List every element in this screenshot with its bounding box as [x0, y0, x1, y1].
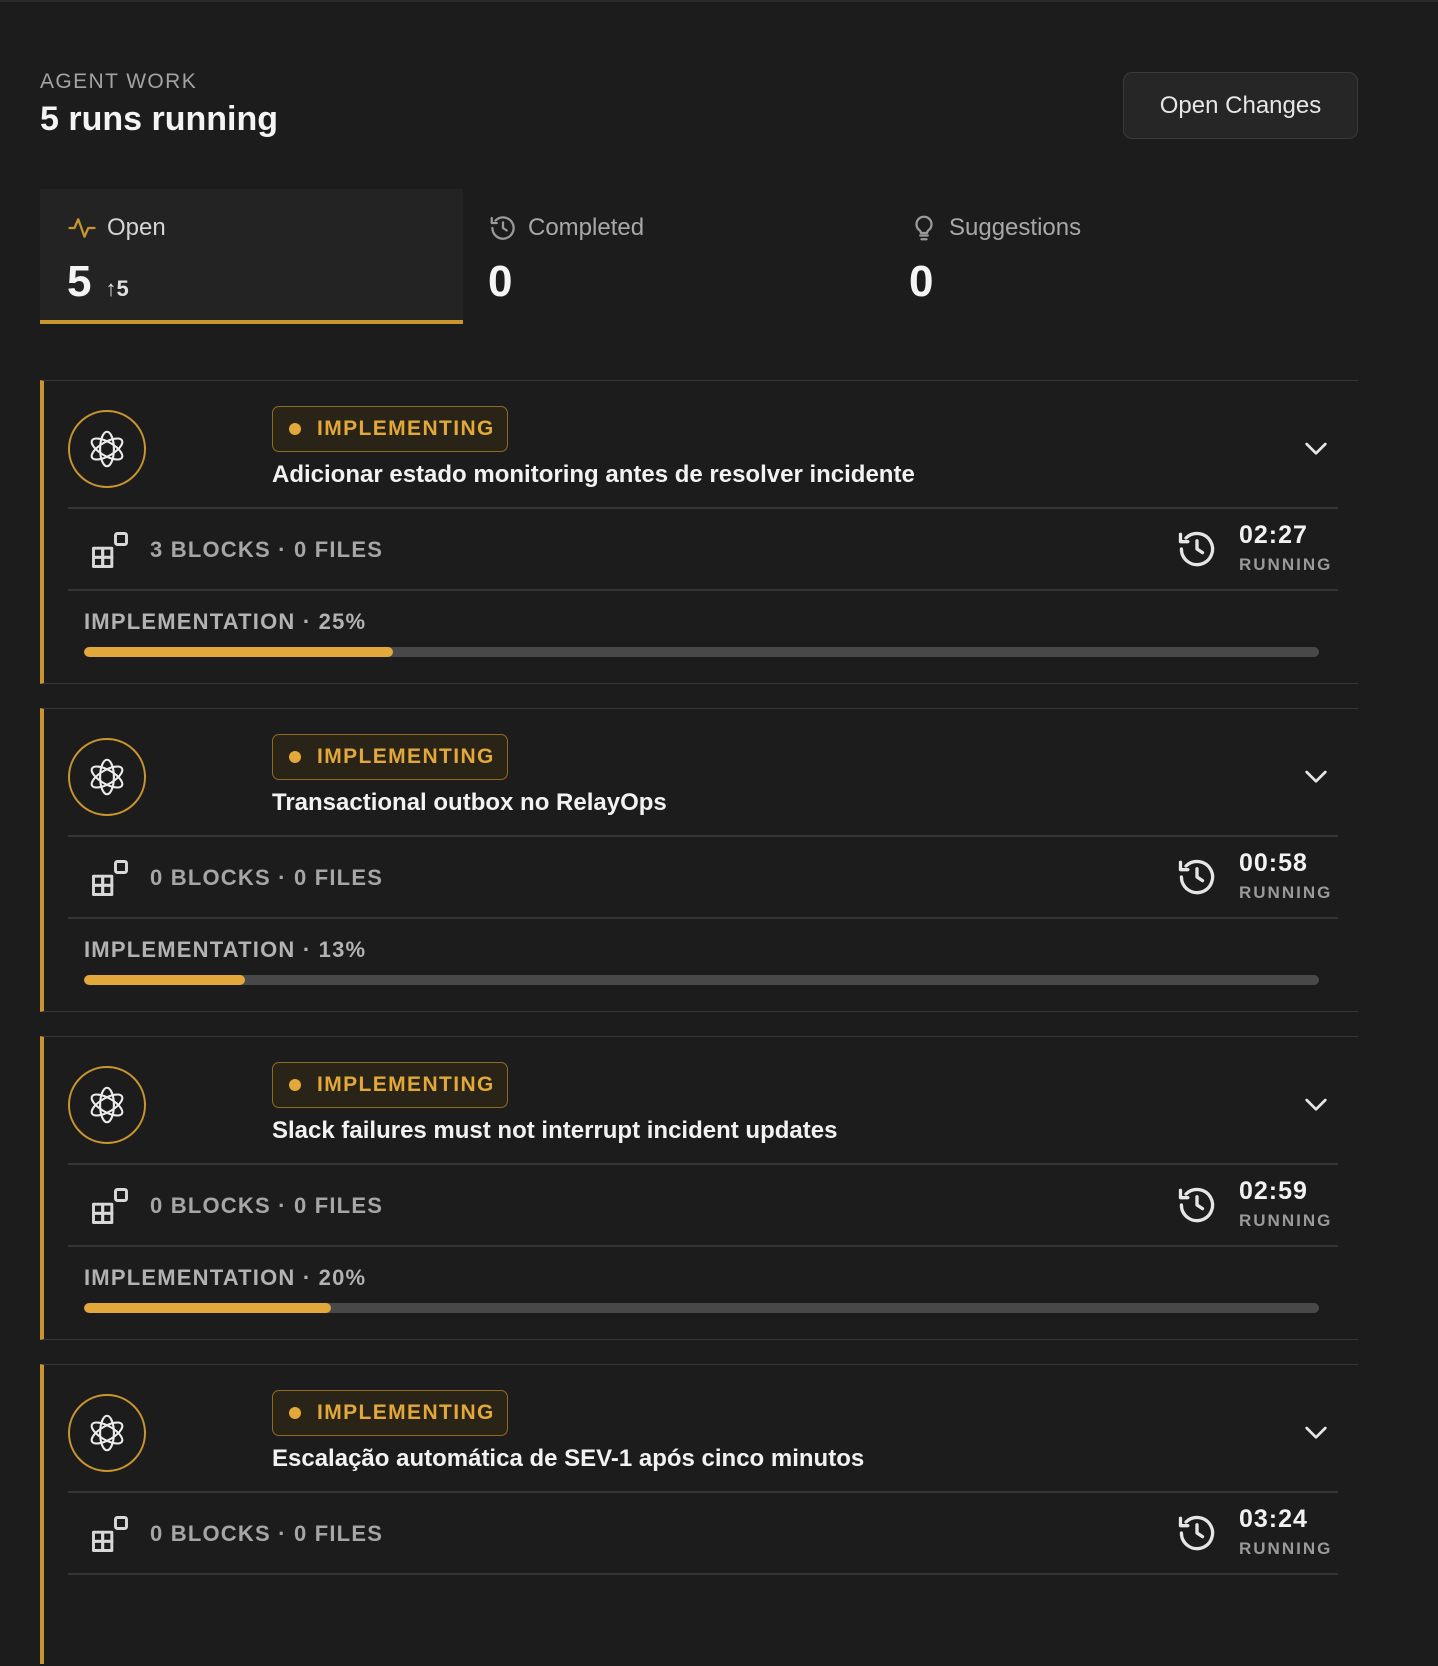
run-time-status: RUNNING [1239, 1539, 1333, 1558]
status-badge: IMPLEMENTING [272, 734, 508, 780]
tab-open-count: 5 [67, 257, 92, 306]
history-icon [1178, 1515, 1215, 1551]
divider [68, 835, 1338, 837]
expand-button[interactable] [1294, 1410, 1338, 1454]
page-header: AGENT WORK 5 runs running Open Changes [40, 70, 1358, 150]
divider [68, 1573, 1338, 1575]
expand-button[interactable] [1294, 426, 1338, 470]
history-icon [490, 216, 515, 240]
progress-bar-fill [84, 1303, 331, 1313]
progress-label: IMPLEMENTATION · 20% [84, 1265, 367, 1290]
run-title: Adicionar estado monitoring antes de res… [272, 461, 915, 488]
chevron-down-icon [1305, 1098, 1327, 1111]
run-title: Escalação automática de SEV-1 após cinco… [272, 1445, 865, 1472]
status-dot [289, 1407, 301, 1419]
agent-avatar [68, 410, 146, 488]
blocks-icon [92, 1516, 128, 1552]
agent-avatar [68, 1394, 146, 1472]
run-card[interactable]: IMPLEMENTING Slack failures must not int… [40, 1036, 1358, 1340]
status-badge: IMPLEMENTING [272, 406, 508, 452]
progress-bar [84, 647, 1319, 657]
run-time-status: RUNNING [1239, 1211, 1333, 1230]
run-stats: 0 BLOCKS · 0 FILES [150, 1193, 384, 1218]
history-icon [1178, 531, 1215, 567]
open-changes-button[interactable]: Open Changes [1123, 72, 1358, 139]
run-elapsed-time: 02:27 [1239, 521, 1308, 549]
section-eyebrow: AGENT WORK [40, 70, 198, 93]
run-time-status: RUNNING [1239, 883, 1333, 902]
activity-icon [68, 218, 96, 238]
run-title: Slack failures must not interrupt incide… [272, 1117, 838, 1144]
expand-button[interactable] [1294, 754, 1338, 798]
openai-logo-icon [90, 1086, 124, 1124]
run-stats: 0 BLOCKS · 0 FILES [150, 1521, 384, 1546]
run-title: Transactional outbox no RelayOps [272, 789, 667, 816]
tab-completed-label: Completed [528, 214, 645, 241]
openai-logo-icon [90, 1414, 124, 1452]
history-icon [1178, 859, 1215, 895]
run-elapsed-time: 00:58 [1239, 849, 1308, 877]
openai-logo-icon [90, 430, 124, 468]
status-label: IMPLEMENTING [317, 745, 495, 768]
tab-suggestions-label: Suggestions [949, 214, 1082, 241]
progress-bar [84, 1303, 1319, 1313]
run-elapsed-time: 03:24 [1239, 1505, 1308, 1533]
status-dot [289, 423, 301, 435]
progress-bar-fill [84, 647, 393, 657]
tab-open[interactable]: Open 5 ↑5 [40, 189, 463, 324]
status-badge: IMPLEMENTING [272, 1390, 508, 1436]
page-title: 5 runs running [40, 100, 278, 138]
openai-logo-icon [90, 758, 124, 796]
run-stats: 3 BLOCKS · 0 FILES [150, 537, 384, 562]
status-label: IMPLEMENTING [317, 1073, 495, 1096]
tab-suggestions[interactable]: Suggestions 0 [882, 189, 1305, 324]
progress-label: IMPLEMENTATION · 13% [84, 937, 367, 962]
divider [68, 1491, 1338, 1493]
run-card[interactable]: IMPLEMENTING Adicionar estado monitoring… [40, 380, 1358, 684]
tab-suggestions-count: 0 [909, 257, 934, 306]
chevron-down-icon [1305, 1426, 1327, 1439]
expand-button[interactable] [1294, 1082, 1338, 1126]
progress-bar [84, 975, 1319, 985]
top-border [0, 0, 1438, 2]
divider [68, 507, 1338, 509]
run-elapsed-time: 02:59 [1239, 1177, 1308, 1205]
tab-open-delta: ↑5 [105, 276, 129, 301]
progress-label: IMPLEMENTATION · 25% [84, 609, 367, 634]
run-card[interactable]: IMPLEMENTING Escalação automática de SEV… [40, 1364, 1358, 1664]
blocks-icon [92, 532, 128, 568]
divider [68, 1163, 1338, 1165]
run-tabs: Open 5 ↑5 Completed 0 Suggestions 0 [40, 189, 1358, 324]
agent-avatar [68, 1066, 146, 1144]
status-label: IMPLEMENTING [317, 417, 495, 440]
status-dot [289, 751, 301, 763]
status-dot [289, 1079, 301, 1091]
tab-completed-count: 0 [488, 257, 513, 306]
history-icon [1178, 1187, 1215, 1223]
tab-open-label: Open [107, 214, 166, 241]
run-card[interactable]: IMPLEMENTING Transactional outbox no Rel… [40, 708, 1358, 1012]
chevron-down-icon [1305, 770, 1327, 783]
progress-bar-fill [84, 975, 245, 985]
divider [68, 1245, 1338, 1247]
run-stats: 0 BLOCKS · 0 FILES [150, 865, 384, 890]
blocks-icon [92, 1188, 128, 1224]
divider [68, 589, 1338, 591]
status-label: IMPLEMENTING [317, 1401, 495, 1424]
run-time-status: RUNNING [1239, 555, 1333, 574]
lightbulb-icon [915, 215, 933, 241]
chevron-down-icon [1305, 442, 1327, 455]
status-badge: IMPLEMENTING [272, 1062, 508, 1108]
tab-completed[interactable]: Completed 0 [461, 189, 884, 324]
divider [68, 917, 1338, 919]
agent-avatar [68, 738, 146, 816]
blocks-icon [92, 860, 128, 896]
